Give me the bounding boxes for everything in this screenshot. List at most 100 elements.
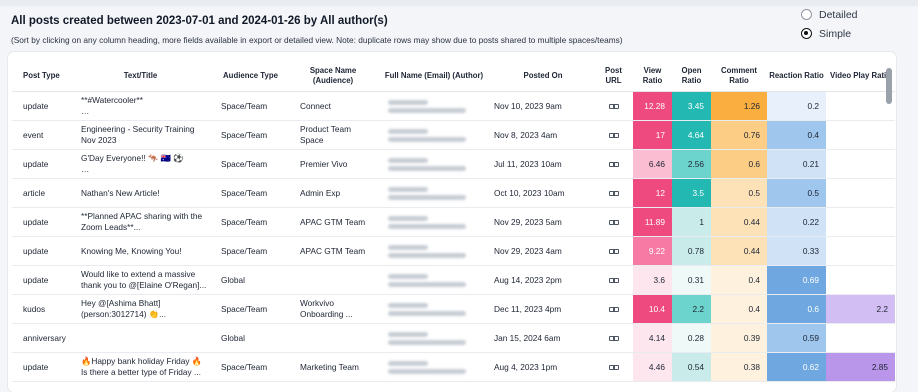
link-icon[interactable]	[609, 307, 619, 312]
view-option-detailed[interactable]: Detailed	[801, 5, 858, 24]
link-icon[interactable]	[609, 191, 619, 196]
link-icon[interactable]	[609, 133, 619, 138]
table-row[interactable]: update **#Watercooler** … Space/Team Connec…	[12, 91, 895, 121]
author-cell-redacted	[376, 323, 492, 353]
author-cell-redacted	[376, 91, 492, 121]
redacted-email	[388, 107, 466, 113]
table-row[interactable]: update Would like to extend a massive tha…	[12, 265, 895, 295]
audience-type-cell: Global	[211, 323, 290, 353]
redacted-name	[388, 360, 428, 366]
post-url-cell[interactable]	[594, 178, 633, 208]
column-header-open-ratio[interactable]: Open Ratio	[672, 60, 711, 92]
post-url-cell[interactable]	[594, 294, 633, 324]
space-name-cell: Workvivo Onboarding ...	[290, 294, 376, 324]
space-name-cell: Premier Vivo	[290, 149, 376, 179]
table-row[interactable]: update G'Day Everyone!! 🦘 🇦🇺 ⚽ … Space/Tea…	[12, 149, 895, 179]
posted-on-cell: Aug 4, 2023 1pm	[492, 352, 594, 382]
post-url-cell[interactable]	[594, 91, 633, 121]
comment-ratio-cell: 0.5	[711, 178, 767, 208]
redacted-email	[388, 223, 466, 229]
space-name-cell: Admin Exp	[290, 178, 376, 208]
table-row[interactable]: update **Planned APAC sharing with the Zo…	[12, 207, 895, 237]
video-play-ratio-cell: 2.85	[826, 352, 895, 382]
view-ratio-cell: 3.6	[633, 265, 672, 295]
reaction-ratio-cell: 0.6	[767, 294, 826, 324]
view-ratio-cell: 12	[633, 178, 672, 208]
author-cell-redacted	[376, 352, 492, 382]
column-header-posted-on[interactable]: Posted On	[492, 60, 594, 92]
table-row[interactable]: event Engineering - Security Training Nov…	[12, 120, 895, 150]
view-option-simple[interactable]: Simple	[801, 24, 858, 43]
open-ratio-cell: 0.54	[672, 352, 711, 382]
redacted-name	[388, 157, 428, 163]
post-url-cell[interactable]	[594, 236, 633, 266]
open-ratio-cell: 3.45	[672, 91, 711, 121]
vertical-scrollbar[interactable]	[886, 60, 892, 390]
column-header-audience-type[interactable]: Audience Type	[211, 60, 290, 92]
view-toggle: Detailed Simple	[801, 5, 858, 43]
scrollbar-thumb[interactable]	[886, 68, 892, 104]
comment-ratio-cell: 0.6	[711, 149, 767, 179]
post-url-cell[interactable]	[594, 120, 633, 150]
link-icon[interactable]	[609, 278, 619, 283]
column-header-comment-ratio[interactable]: Comment Ratio	[711, 60, 767, 92]
comment-ratio-cell: 0.4	[711, 294, 767, 324]
redacted-name	[388, 331, 428, 337]
video-play-ratio-cell: 2.2	[826, 294, 895, 324]
open-ratio-cell: 0.78	[672, 236, 711, 266]
column-header-text-title[interactable]: Text/Title	[70, 60, 211, 92]
redacted-email	[388, 339, 466, 345]
reaction-ratio-cell: 0.33	[767, 236, 826, 266]
space-name-cell: APAC GTM Team	[290, 207, 376, 237]
link-icon[interactable]	[609, 104, 619, 109]
reaction-ratio-cell: 0.22	[767, 207, 826, 237]
column-header-post-type[interactable]: Post Type	[12, 60, 70, 92]
post-url-cell[interactable]	[594, 352, 633, 382]
column-header-full-name[interactable]: Full Name (Email) (Author)	[376, 60, 492, 92]
table-row[interactable]: kudos Hey @[Ashima Bhatt](person:3012714)…	[12, 294, 895, 324]
view-ratio-cell: 9.22	[633, 236, 672, 266]
link-icon[interactable]	[609, 220, 619, 225]
table-header-row: Post Type Text/Title Audience Type Space…	[12, 60, 895, 92]
text-title-cell: **Planned APAC sharing with the Zoom Lea…	[70, 207, 211, 237]
posted-on-cell: Jul 11, 2023 10am	[492, 149, 594, 179]
open-ratio-cell: 0.31	[672, 265, 711, 295]
table-row[interactable]: article Nathan's New Article! Space/Team Ad…	[12, 178, 895, 208]
post-type-cell: update	[12, 352, 70, 382]
column-header-space-name[interactable]: Space Name (Audience)	[290, 60, 376, 92]
redacted-name	[388, 186, 428, 192]
author-cell-redacted	[376, 265, 492, 295]
reaction-ratio-cell: 0.69	[767, 265, 826, 295]
video-play-ratio-cell	[826, 323, 895, 353]
video-play-ratio-cell	[826, 120, 895, 150]
table-row[interactable]: anniversary Global Jan 15, 2024 6am 4.14 0.2…	[12, 323, 895, 353]
column-header-view-ratio[interactable]: View Ratio	[633, 60, 672, 92]
column-header-post-url[interactable]: Post URL	[594, 60, 633, 92]
post-url-cell[interactable]	[594, 265, 633, 295]
comment-ratio-cell: 0.39	[711, 323, 767, 353]
table-row[interactable]: update 🔥Happy bank holiday Friday 🔥 Is th…	[12, 352, 895, 382]
column-header-reaction-ratio[interactable]: Reaction Ratio	[767, 60, 826, 92]
video-play-ratio-cell	[826, 236, 895, 266]
posted-on-cell: Oct 10, 2023 10am	[492, 178, 594, 208]
view-option-label: Detailed	[819, 8, 858, 21]
posts-table: Post Type Text/Title Audience Type Space…	[12, 60, 895, 382]
column-header-video-play-ratio[interactable]: Video Play Ratio	[826, 60, 895, 92]
post-type-cell: event	[12, 120, 70, 150]
audience-type-cell: Space/Team	[211, 149, 290, 179]
post-url-cell[interactable]	[594, 149, 633, 179]
video-play-ratio-cell	[826, 207, 895, 237]
link-icon[interactable]	[609, 336, 619, 341]
link-icon[interactable]	[609, 162, 619, 167]
post-url-cell[interactable]	[594, 207, 633, 237]
link-icon[interactable]	[609, 365, 619, 370]
author-cell-redacted	[376, 120, 492, 150]
post-url-cell[interactable]	[594, 323, 633, 353]
view-ratio-cell: 12.28	[633, 91, 672, 121]
redacted-name	[388, 215, 428, 221]
posted-on-cell: Nov 10, 2023 9am	[492, 91, 594, 121]
text-title-cell: Nathan's New Article!	[70, 178, 211, 208]
comment-ratio-cell: 0.4	[711, 265, 767, 295]
table-row[interactable]: update Knowing Me, Knowing You! Space/Team…	[12, 236, 895, 266]
link-icon[interactable]	[609, 249, 619, 254]
